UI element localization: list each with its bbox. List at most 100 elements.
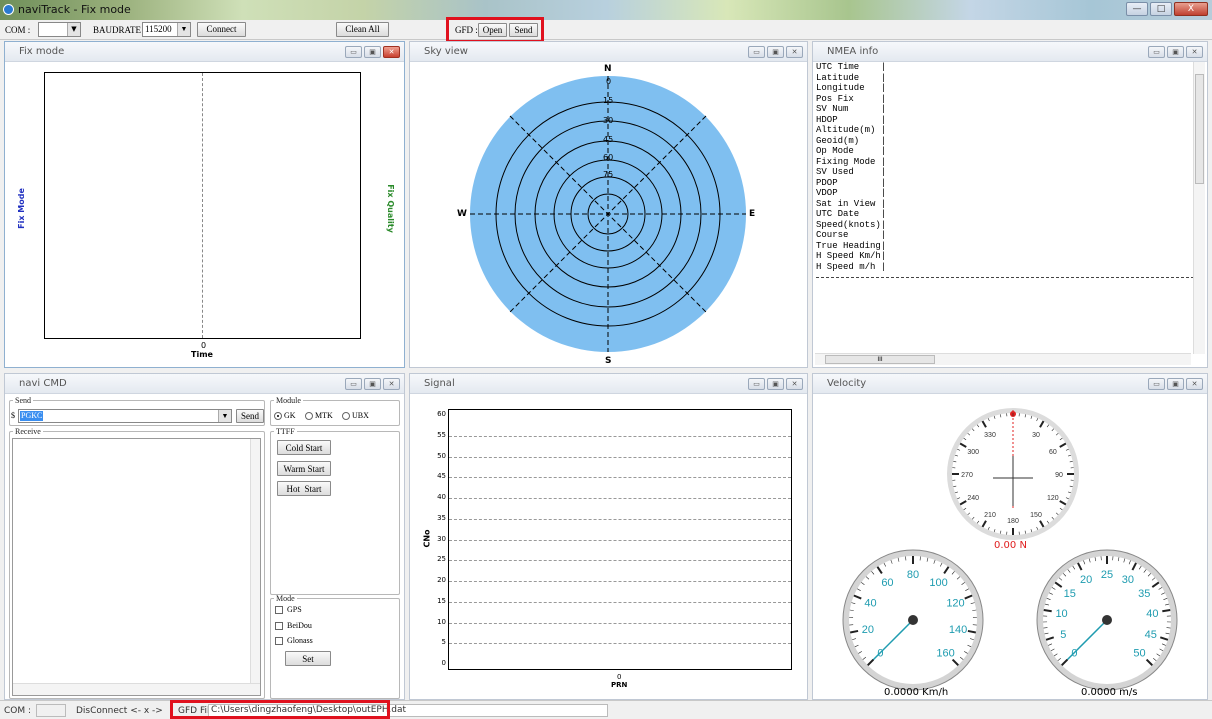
- nmea-field-label: True Heading: [816, 240, 881, 251]
- panel-close-button[interactable]: ✕: [383, 46, 400, 58]
- compass-tick-label: 30: [1032, 432, 1040, 439]
- connection-status: DisConnect <- x ->: [76, 706, 163, 716]
- signal-y-tick: 45: [437, 472, 446, 481]
- send-command-button[interactable]: Send: [236, 409, 264, 423]
- scrollbar-thumb[interactable]: III: [825, 355, 935, 364]
- vertical-scrollbar[interactable]: [1193, 62, 1205, 354]
- warm-start-button[interactable]: Warm Start: [277, 461, 331, 476]
- panel-restore-button[interactable]: ▣: [1167, 46, 1184, 58]
- horizontal-scrollbar[interactable]: III: [815, 353, 1191, 365]
- kmh-hub: [908, 615, 918, 625]
- ms-tick-label: 50: [1133, 648, 1145, 660]
- module-option-ubx[interactable]: UBX: [342, 411, 369, 421]
- signal-gridline: [449, 456, 791, 458]
- fix-mode-center-line: [202, 73, 203, 338]
- hot-start-button[interactable]: Hot Start: [277, 481, 331, 496]
- nmea-info-body[interactable]: UTC Time | Latitude | Longitude | Pos Fix |…: [813, 62, 1207, 367]
- panel-close-button[interactable]: ✕: [1186, 378, 1203, 390]
- nmea-separator-bar: |: [880, 230, 887, 240]
- panel-restore-button[interactable]: ▣: [767, 46, 784, 58]
- panel-close-button[interactable]: ✕: [383, 378, 400, 390]
- navi-cmd-body: Send $ PGKC ▼ Send Module GK MTK UBX Rec…: [5, 394, 404, 699]
- module-option-gk[interactable]: GK: [274, 411, 296, 421]
- panel-header: navi CMD ▭ ▣ ✕: [5, 374, 404, 394]
- chevron-down-icon[interactable]: ▼: [218, 410, 231, 422]
- nmea-field-label: HDOP: [816, 114, 881, 125]
- panel-title: Sky view: [424, 46, 468, 57]
- mode-option-glonass[interactable]: Glonass: [275, 636, 313, 646]
- panel-minimize-button[interactable]: ▭: [345, 46, 362, 58]
- receive-textarea[interactable]: [12, 438, 261, 696]
- radio-ubx[interactable]: [342, 412, 350, 421]
- sky-ring-label-30: 30: [603, 116, 614, 125]
- nmea-field-label: VDOP: [816, 188, 881, 198]
- panel-minimize-button[interactable]: ▭: [345, 378, 362, 390]
- mode-option-gps[interactable]: GPS: [275, 605, 302, 615]
- checkbox-glonass[interactable]: [275, 637, 283, 646]
- nmea-separator-bar: |: [880, 104, 887, 114]
- panel-minimize-button[interactable]: ▭: [1148, 46, 1165, 58]
- fix-mode-panel: Fix mode ▭ ▣ ✕ 0 Time Fix Mode Fix Quality: [4, 41, 405, 368]
- nmea-field-label: Op Mode: [816, 146, 881, 156]
- panel-title: Velocity: [827, 378, 867, 389]
- nmea-field-label: Altitude(m): [816, 125, 881, 135]
- panel-minimize-button[interactable]: ▭: [1148, 378, 1165, 390]
- checkbox-gps[interactable]: [275, 606, 283, 615]
- scrollbar-thumb[interactable]: [1195, 74, 1204, 184]
- panel-close-button[interactable]: ✕: [786, 46, 803, 58]
- nmea-separator-bar: |: [880, 146, 887, 156]
- nmea-separator-bar: |: [880, 219, 887, 230]
- panel-header: NMEA info ▭ ▣ ✕: [813, 42, 1207, 62]
- panel-close-button[interactable]: ✕: [1186, 46, 1203, 58]
- nmea-field-label: SV Num: [816, 104, 881, 114]
- highlight-box-gfd-file: [170, 700, 390, 719]
- set-button[interactable]: Set: [285, 651, 331, 666]
- sky-ring-label-75: 75: [603, 170, 614, 179]
- maximize-button[interactable]: □: [1150, 2, 1172, 16]
- panel-restore-button[interactable]: ▣: [364, 378, 381, 390]
- radio-gk[interactable]: [274, 412, 282, 421]
- connect-button[interactable]: Connect: [197, 22, 246, 37]
- nmea-field-label: Speed(knots): [816, 219, 881, 230]
- clean-all-button[interactable]: Clean All: [336, 22, 389, 37]
- sky-view-plot: [470, 76, 746, 352]
- kmh-tick-label: 40: [864, 597, 876, 609]
- radio-mtk[interactable]: [305, 412, 313, 421]
- signal-gridline: [449, 539, 791, 541]
- nmea-separator-bar: |: [880, 62, 887, 72]
- nmea-table: UTC Time | Latitude | Longitude | Pos Fix |…: [816, 62, 1194, 272]
- module-option-mtk[interactable]: MTK: [305, 411, 333, 421]
- nmea-separator-bar: |: [880, 251, 887, 261]
- signal-gridline: [449, 601, 791, 603]
- signal-gridline: [449, 622, 791, 624]
- baudrate-select[interactable]: 115200 ▼: [142, 22, 191, 37]
- vertical-scrollbar[interactable]: [250, 439, 260, 683]
- panel-restore-button[interactable]: ▣: [364, 46, 381, 58]
- nmea-separator-bar: |: [880, 135, 887, 146]
- nmea-field-label: SV Used: [816, 167, 881, 177]
- minimize-button[interactable]: —: [1126, 2, 1148, 16]
- send-command-input[interactable]: PGKC ▼: [18, 409, 232, 423]
- panel-close-button[interactable]: ✕: [786, 378, 803, 390]
- signal-gridline: [449, 477, 791, 479]
- cold-start-button[interactable]: Cold Start: [277, 440, 331, 455]
- nmea-separator-bar: |: [880, 177, 887, 188]
- horizontal-scrollbar[interactable]: [13, 683, 260, 695]
- panel-restore-button[interactable]: ▣: [1167, 378, 1184, 390]
- mode-option-beidou[interactable]: BeiDou: [275, 621, 312, 631]
- ttff-group: TTFF Cold Start Warm Start Hot Start: [270, 427, 400, 595]
- panel-minimize-button[interactable]: ▭: [748, 378, 765, 390]
- close-button[interactable]: X: [1174, 2, 1208, 16]
- ms-readout: 0.0000 m/s: [1081, 687, 1138, 698]
- fix-mode-x-label: Time: [191, 350, 213, 359]
- kmh-tick-label: 60: [881, 577, 893, 589]
- nmea-field-label: Geoid(m): [816, 135, 881, 146]
- signal-gridline: [449, 518, 791, 520]
- panel-restore-button[interactable]: ▣: [767, 378, 784, 390]
- panel-minimize-button[interactable]: ▭: [748, 46, 765, 58]
- com-select[interactable]: ▼: [38, 22, 81, 37]
- checkbox-beidou[interactable]: [275, 622, 283, 631]
- signal-y-tick: 30: [437, 534, 446, 543]
- nmea-row: Pos Fix |: [816, 94, 1194, 105]
- nmea-row: VDOP |: [816, 188, 1194, 199]
